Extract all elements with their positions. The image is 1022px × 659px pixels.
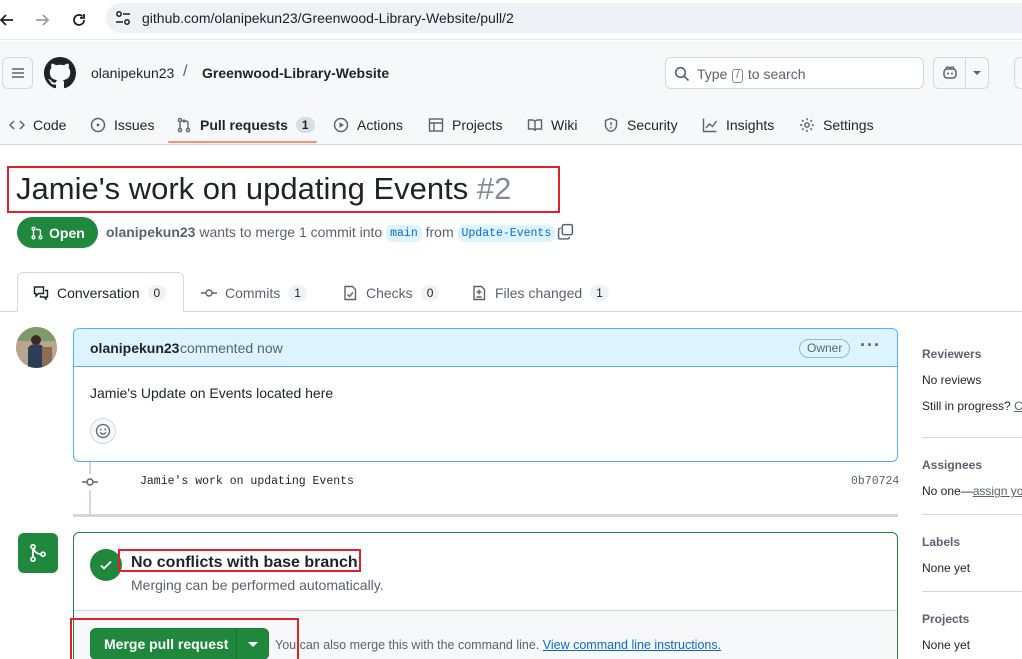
- comment-body: Jamie's Update on Events located here: [90, 385, 334, 401]
- sidebar-divider: [922, 591, 1022, 592]
- site-settings-icon[interactable]: [114, 9, 132, 30]
- commit-sha-link[interactable]: 0b70724: [851, 475, 899, 488]
- chevron-down-icon[interactable]: [973, 71, 981, 75]
- tab-checks[interactable]: Checks 0: [342, 285, 440, 301]
- git-commit-icon: [82, 474, 98, 490]
- tab-pull-requests[interactable]: Pull requests 1: [176, 105, 315, 145]
- assignees-value: No one—assign yo: [922, 484, 1022, 498]
- tab-security[interactable]: Security: [603, 105, 678, 145]
- labels-heading[interactable]: Labels: [922, 535, 960, 549]
- table-icon: [428, 118, 444, 132]
- pr-meta: olanipekun23 wants to merge 1 commit int…: [106, 224, 556, 242]
- smiley-icon[interactable]: [90, 418, 116, 444]
- kebab-menu-icon[interactable]: ···: [860, 336, 881, 354]
- command-line-hint: You can also merge this with the command…: [275, 638, 722, 652]
- search-placeholder: Type / to search: [697, 66, 806, 83]
- comment-timestamp[interactable]: commented now: [180, 340, 283, 356]
- active-tab-indicator: [168, 141, 317, 143]
- sidebar-divider: [922, 514, 1022, 515]
- owner-badge: Owner: [799, 339, 851, 358]
- highlight-box-title: [7, 166, 560, 213]
- code-icon: [9, 120, 25, 130]
- copilot-icon: [942, 65, 958, 84]
- reload-icon[interactable]: [68, 9, 90, 31]
- search-icon: [674, 66, 690, 85]
- github-logo-icon[interactable]: [44, 57, 76, 92]
- repo-name-link[interactable]: Greenwood-Library-Website: [202, 65, 389, 81]
- url-text[interactable]: github.com/olanipekun23/Greenwood-Librar…: [142, 10, 514, 26]
- avatar[interactable]: [16, 327, 57, 368]
- tab-wiki[interactable]: Wiki: [527, 105, 577, 145]
- in-progress-text: Still in progress? Co: [922, 399, 1022, 413]
- search-shortcut-key: /: [732, 69, 744, 83]
- reviewers-heading[interactable]: Reviewers: [922, 347, 981, 361]
- tab-conversation[interactable]: Conversation 0: [33, 285, 167, 301]
- pr-author-link[interactable]: olanipekun23: [106, 224, 195, 240]
- state-badge: Open: [17, 217, 98, 248]
- tab-insights[interactable]: Insights: [702, 105, 774, 145]
- base-branch[interactable]: main: [386, 225, 422, 242]
- git-merge-icon: [18, 533, 58, 573]
- create-new-button[interactable]: [1014, 57, 1022, 89]
- forward-icon[interactable]: [31, 9, 53, 31]
- search-input[interactable]: Type / to search: [665, 57, 924, 89]
- git-commit-icon: [201, 289, 217, 297]
- repo-owner-link[interactable]: olanipekun23: [91, 65, 174, 81]
- graph-icon: [702, 118, 718, 133]
- address-bar[interactable]: github.com/olanipekun23/Greenwood-Librar…: [106, 3, 1022, 33]
- shield-icon: [604, 117, 618, 133]
- sidebar-divider: [922, 437, 1022, 438]
- timeline-divider: [73, 514, 898, 517]
- tab-commits[interactable]: Commits 1: [201, 285, 307, 301]
- git-pull-request-icon: [177, 117, 191, 133]
- pull-requests-count: 1: [295, 117, 315, 133]
- tab-settings[interactable]: Settings: [799, 105, 874, 145]
- head-branch[interactable]: Update-Events: [457, 225, 556, 242]
- assignees-heading[interactable]: Assignees: [922, 458, 982, 472]
- gear-icon: [800, 118, 814, 132]
- copilot-button[interactable]: [933, 57, 989, 89]
- tab-issues[interactable]: Issues: [90, 105, 154, 145]
- path-separator: /: [183, 63, 188, 80]
- git-pull-request-icon: [31, 226, 43, 239]
- repo-header: olanipekun23 / Greenwood-Library-Website…: [0, 41, 1022, 145]
- tab-actions[interactable]: Actions: [333, 105, 403, 145]
- merge-status-subtitle: Merging can be performed automatically.: [131, 577, 384, 593]
- comment-card: olanipekun23 commented now Owner ··· Jam…: [73, 328, 898, 462]
- reviewers-value: No reviews: [922, 373, 982, 387]
- play-icon: [333, 117, 349, 133]
- projects-heading[interactable]: Projects: [922, 612, 969, 626]
- browser-toolbar: github.com/olanipekun23/Greenwood-Librar…: [0, 0, 1022, 40]
- labels-value: None yet: [922, 561, 971, 575]
- copy-icon[interactable]: [557, 223, 574, 243]
- projects-value: None yet: [922, 638, 971, 652]
- assign-yourself-link[interactable]: assign yo: [973, 484, 1022, 498]
- comment-discussion-icon: [33, 286, 49, 301]
- highlight-box-merge-button: [70, 618, 299, 659]
- menu-icon[interactable]: [2, 57, 33, 89]
- comment-header: olanipekun23 commented now Owner ···: [74, 329, 897, 367]
- checklist-icon: [344, 285, 357, 301]
- convert-to-draft-link[interactable]: Co: [1014, 399, 1022, 413]
- back-icon[interactable]: [0, 9, 18, 31]
- commit-message-link[interactable]: Jamie's work on updating Events: [140, 475, 354, 488]
- issue-opened-icon: [90, 117, 106, 133]
- comment-author-link[interactable]: olanipekun23: [90, 340, 179, 356]
- tab-files-changed[interactable]: Files changed 1: [471, 285, 609, 301]
- book-icon: [527, 119, 543, 132]
- command-line-instructions-link[interactable]: View command line instructions.: [543, 638, 721, 652]
- highlight-box-merge-status: [118, 549, 361, 572]
- tab-code[interactable]: Code: [9, 105, 66, 145]
- tab-projects[interactable]: Projects: [428, 105, 503, 145]
- file-diff-icon: [473, 285, 486, 301]
